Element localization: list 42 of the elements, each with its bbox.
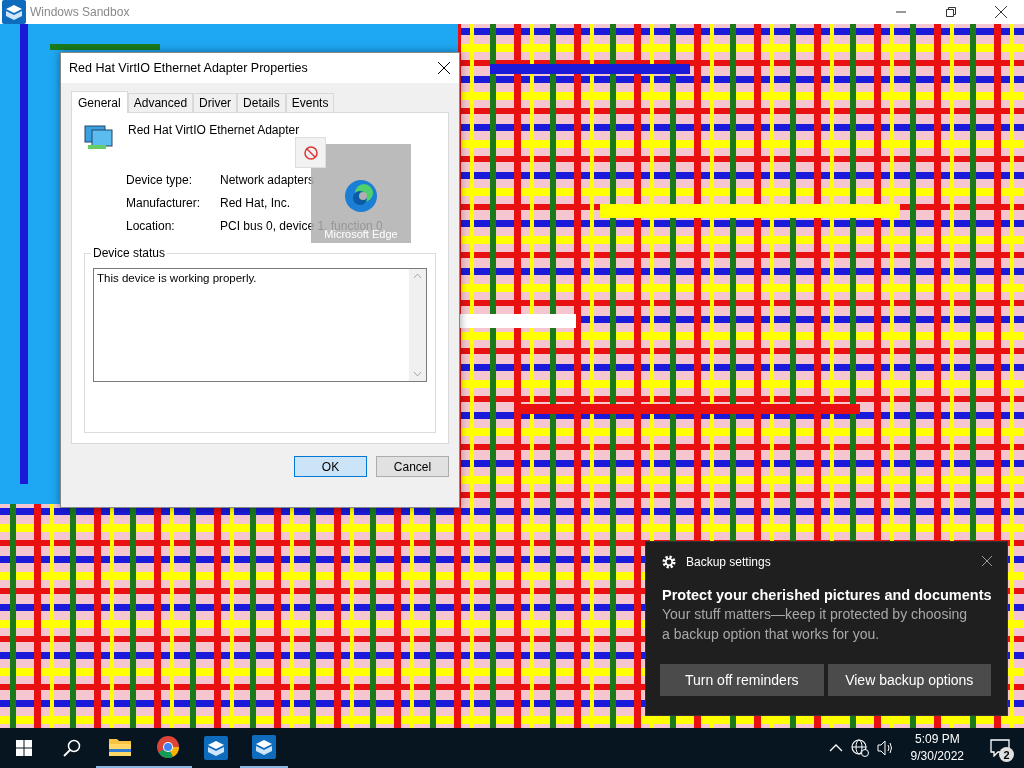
window-title: Windows Sandbox [30, 5, 130, 19]
notification-title: Protect your cherished pictures and documents [662, 587, 991, 603]
notification-app: Backup settings [686, 555, 771, 569]
message-icon [990, 739, 1010, 757]
dialog-title: Red Hat VirtIO Ethernet Adapter Properties [69, 61, 309, 75]
property-label: Location: [126, 219, 176, 233]
globe-icon[interactable] [850, 739, 869, 757]
close-icon [438, 62, 450, 74]
sandbox-icon [204, 736, 228, 760]
folder-icon [108, 737, 132, 757]
close-icon [981, 554, 993, 567]
browser-icon [343, 178, 379, 214]
dialog-button[interactable]: Cancel [376, 456, 449, 477]
notification-button[interactable]: View backup options [827, 664, 991, 696]
dialog-button[interactable]: OK [294, 456, 367, 477]
windows-icon [16, 740, 32, 756]
tab[interactable]: General [71, 91, 128, 113]
device-name: Red Hat VirtIO Ethernet Adapter [128, 123, 300, 137]
tab[interactable]: Details [237, 93, 286, 112]
restore-icon [946, 7, 956, 17]
close-icon [995, 6, 1007, 18]
property-label: Device type: [126, 173, 194, 187]
chrome-icon [156, 735, 180, 759]
network-adapter-icon [84, 123, 114, 151]
action-center-button[interactable]: 2 [980, 728, 1020, 768]
search-icon [63, 739, 81, 757]
blocked-icon [295, 137, 326, 168]
notification-button[interactable]: Turn off reminders [660, 664, 824, 696]
group-label: Device status [91, 246, 168, 260]
property-label: Manufacturer: [126, 196, 202, 210]
tab[interactable]: Driver [193, 93, 238, 112]
notification-body: Your stuff matters—keep it protected by choosing a backup option that works for you. [662, 605, 969, 644]
property-value: Network adapters [220, 173, 316, 187]
sandbox-icon [252, 735, 276, 759]
tab[interactable]: Events [285, 93, 335, 112]
settings-icon [662, 555, 676, 569]
tab[interactable]: Advanced [127, 93, 194, 112]
clock[interactable]: 5:09 PM 9/30/2022 [902, 731, 972, 765]
chevron-up-icon[interactable] [828, 744, 843, 752]
speaker-icon[interactable] [876, 740, 895, 756]
property-value: Red Hat, Inc. [220, 196, 292, 210]
status-text: This device is working properly. [96, 271, 258, 286]
